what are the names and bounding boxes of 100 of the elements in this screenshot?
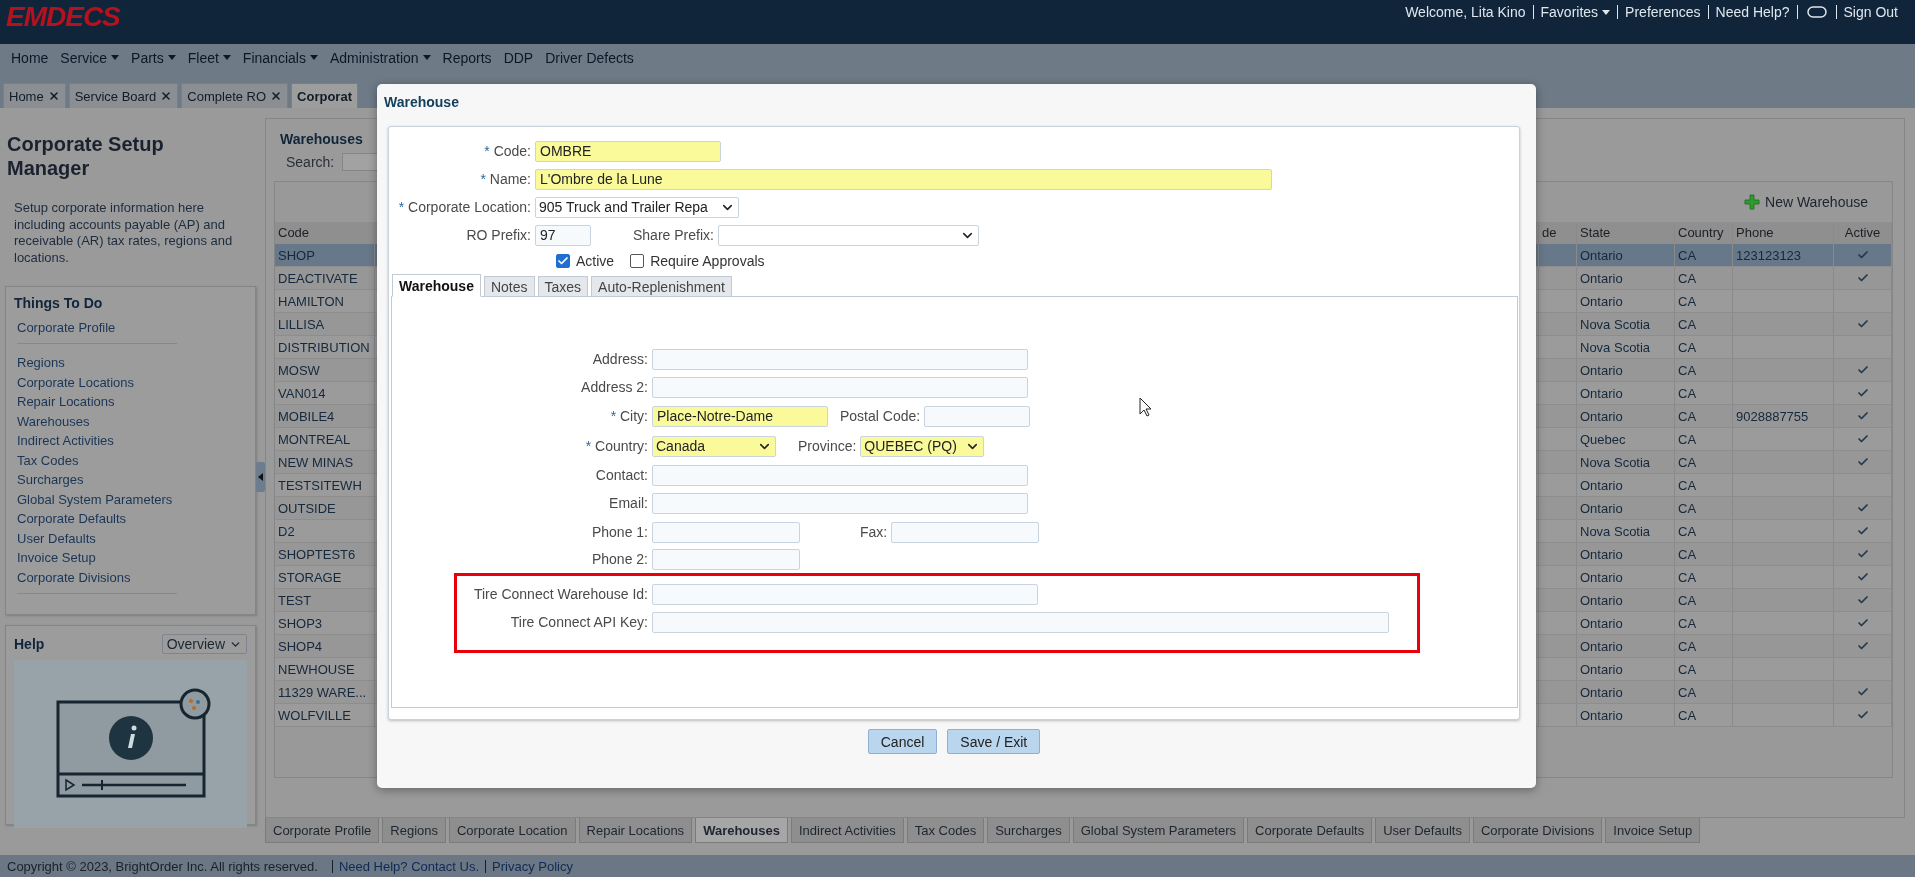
page-tab[interactable]: Complete RO — [181, 83, 289, 108]
menu-item[interactable]: Driver Defects — [539, 49, 640, 66]
input-field[interactable]: OMBRE — [535, 140, 721, 162]
table-cell: Ontario — [1577, 681, 1675, 703]
menu-item[interactable]: Service — [54, 49, 126, 66]
menu-item[interactable]: Financials — [236, 49, 324, 66]
input-field[interactable] — [652, 492, 1028, 514]
table-cell: CA — [1675, 290, 1733, 312]
close-icon[interactable] — [160, 90, 173, 102]
section-tab[interactable]: Corporate Location — [449, 818, 576, 843]
sidebar-link[interactable]: Corporate Profile — [17, 319, 177, 337]
menu-item[interactable]: Administration — [323, 49, 437, 66]
sidebar-link[interactable]: Repair Locations — [17, 393, 177, 411]
new-warehouse-button[interactable]: New Warehouse — [1738, 193, 1874, 211]
checkbox[interactable] — [556, 254, 570, 268]
table-cell: CA — [1675, 359, 1733, 381]
video-thumbnail[interactable] — [14, 660, 247, 828]
table-cell: CA — [1675, 589, 1733, 611]
section-tab[interactable]: User Defaults — [1375, 818, 1470, 843]
checkbox[interactable] — [630, 254, 645, 268]
section-tab[interactable]: Global System Parameters — [1072, 818, 1245, 843]
column-header[interactable]: State — [1577, 222, 1675, 243]
collapse-handle[interactable] — [256, 462, 265, 492]
input-field[interactable] — [924, 405, 1031, 427]
section-tab[interactable]: Repair Locations — [578, 818, 693, 843]
menu-item[interactable]: Parts — [125, 49, 182, 66]
dropdown[interactable]: 905 Truck and Trailer Repa — [535, 196, 739, 218]
sidebar-link[interactable]: Tax Codes — [17, 451, 177, 470]
sidebar-link[interactable]: User Defaults — [17, 529, 177, 548]
toggle-icon[interactable] — [1806, 6, 1827, 18]
column-header[interactable]: Phone — [1733, 222, 1834, 243]
section-tab[interactable]: Corporate Profile — [265, 818, 380, 843]
menu-item[interactable]: Reports — [436, 49, 498, 66]
sidebar-link[interactable]: Regions — [17, 354, 177, 372]
field-label: Email: — [608, 495, 649, 511]
input-field[interactable] — [652, 611, 1389, 633]
table-cell: LILLISA — [275, 313, 375, 335]
dialog-button[interactable]: Save / Exit — [947, 729, 1041, 754]
section-tab[interactable]: Surcharges — [987, 818, 1070, 843]
field-label: * Name: — [479, 171, 532, 187]
sidebar-link[interactable]: Corporate Defaults — [17, 510, 177, 528]
sidebar-link[interactable]: Invoice Setup — [17, 549, 177, 567]
menu-item[interactable]: Fleet — [181, 49, 237, 66]
table-cell: VAN014 — [275, 382, 375, 404]
footer-link[interactable]: Need Help? Contact Us. — [331, 859, 486, 873]
header-link[interactable]: Favorites — [1532, 5, 1618, 19]
section-tab[interactable]: Regions — [382, 818, 446, 843]
input-field[interactable] — [652, 348, 1028, 370]
dialog-tab[interactable]: Auto-Replenishment — [591, 276, 732, 297]
table-cell: NEW MINAS — [275, 451, 375, 473]
sidebar-link[interactable]: Surcharges — [17, 471, 177, 489]
input-field[interactable] — [652, 521, 800, 543]
dialog-tab[interactable]: Notes — [483, 276, 535, 297]
dialog-tab[interactable]: Taxes — [537, 276, 589, 297]
column-header[interactable]: Code — [275, 222, 375, 243]
sidebar-link[interactable]: Corporate Locations — [17, 373, 177, 392]
section-tab[interactable]: Corporate Divisions — [1472, 818, 1603, 843]
column-header[interactable]: Country — [1675, 222, 1733, 243]
input-field[interactable]: 97 — [535, 224, 591, 246]
footer-link[interactable]: Privacy Policy — [485, 859, 579, 873]
close-icon[interactable] — [270, 90, 283, 102]
header-link[interactable]: Need Help? — [1707, 5, 1797, 19]
header-link[interactable]: Preferences — [1617, 5, 1708, 19]
dialog-button[interactable]: Cancel — [867, 729, 938, 754]
dropdown[interactable]: QUEBEC (PQ) — [860, 435, 985, 457]
dropdown[interactable]: Overview — [161, 634, 247, 654]
dialog-title: Warehouse — [384, 94, 460, 112]
input-field[interactable] — [652, 548, 800, 570]
input-field[interactable] — [891, 521, 1040, 543]
close-icon[interactable] — [47, 90, 60, 102]
input-field[interactable]: Place-Notre-Dame — [652, 405, 828, 427]
column-header[interactable]: de — [1539, 222, 1577, 243]
page-tab[interactable]: Service Board — [68, 83, 179, 108]
dropdown[interactable] — [717, 224, 979, 246]
page-tab[interactable]: Home — [3, 83, 66, 108]
input-field[interactable]: L'Ombre de la Lune — [535, 168, 1272, 190]
field-label: * City: — [609, 408, 649, 424]
sidebar-link[interactable]: Corporate Divisions — [17, 568, 177, 587]
input-field[interactable] — [652, 583, 1038, 605]
section-tab[interactable]: Warehouses — [695, 818, 788, 843]
section-tab[interactable]: Tax Codes — [906, 818, 985, 843]
column-header[interactable]: Active — [1834, 222, 1892, 243]
sidebar-link[interactable]: Indirect Activities — [17, 432, 177, 450]
table-cell: Ontario — [1577, 405, 1675, 427]
field-label: * Country: — [584, 438, 649, 454]
menu-item[interactable]: DDP — [497, 49, 540, 66]
input-field[interactable] — [652, 376, 1028, 398]
dialog-tab[interactable]: Warehouse — [392, 274, 481, 297]
header-link[interactable]: Sign Out — [1835, 5, 1905, 19]
sidebar-link[interactable]: Global System Parameters — [17, 490, 177, 509]
table-cell: 11329 WARE... — [275, 681, 375, 703]
input-field[interactable] — [652, 464, 1028, 486]
sidebar-link[interactable]: Warehouses — [17, 412, 177, 431]
section-tab[interactable]: Indirect Activities — [790, 818, 904, 843]
menu-item[interactable]: Home — [5, 49, 55, 66]
section-tab[interactable]: Invoice Setup — [1605, 818, 1701, 843]
page-tab[interactable]: Corporat — [291, 83, 358, 108]
table-cell: CA — [1675, 704, 1733, 726]
section-tab[interactable]: Corporate Defaults — [1247, 818, 1373, 843]
dropdown[interactable]: Canada — [652, 435, 776, 457]
